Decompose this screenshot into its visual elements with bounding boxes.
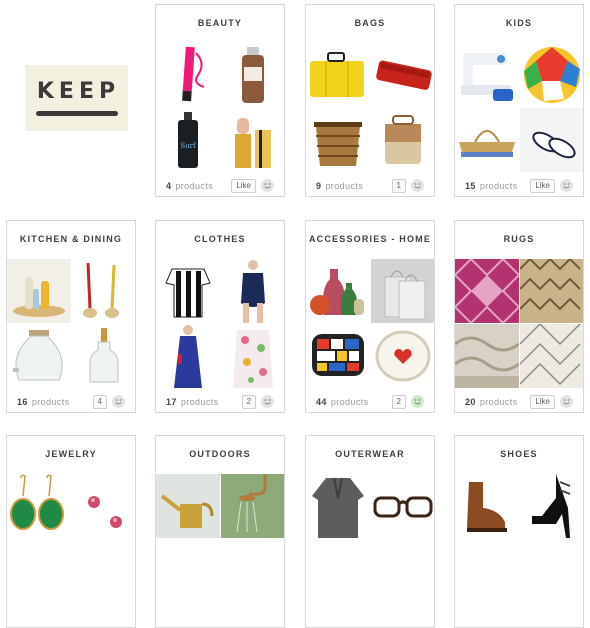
card-title: RUGS [503, 234, 535, 244]
product-image-cruets[interactable] [7, 259, 71, 323]
product-count: 4 products [166, 181, 214, 191]
category-card-kids[interactable]: KIDS 15 products Like [454, 4, 584, 197]
product-image-pink-rug[interactable] [455, 259, 519, 323]
like-button[interactable]: Like [231, 179, 256, 193]
product-count: 16 products [17, 397, 70, 407]
product-image-bottle[interactable] [221, 43, 284, 107]
smile-icon[interactable] [411, 179, 424, 192]
product-image-heart-plate[interactable] [371, 324, 434, 388]
product-image-shag-rug[interactable] [455, 324, 519, 388]
product-image-tan-rug[interactable] [520, 259, 583, 323]
product-image-baby-shoes[interactable] [520, 108, 583, 172]
smile-icon[interactable] [261, 179, 274, 192]
category-card-beauty[interactable]: BEAUTY Surf 4 products Like [155, 4, 285, 197]
product-image-basket[interactable] [306, 108, 370, 172]
category-card-bags[interactable]: BAGS 9 products 1 [305, 4, 435, 197]
product-image-moses-basket[interactable] [455, 108, 519, 172]
product-image-backpack[interactable] [371, 108, 434, 172]
card-footer: 15 products Like [455, 174, 583, 196]
smile-icon[interactable] [411, 395, 424, 408]
card-title: KIDS [505, 18, 533, 28]
product-image-sewing-machine[interactable] [455, 43, 519, 107]
product-image-vases[interactable] [306, 259, 370, 323]
product-count: 9 products [316, 181, 364, 191]
like-button[interactable]: Like [530, 179, 555, 193]
keep-logo[interactable]: KEEP [25, 65, 128, 131]
product-count: 44 products [316, 397, 369, 407]
card-footer: 16 products 4 [7, 390, 135, 412]
card-footer: 44 products 2 [306, 390, 434, 412]
product-image-lip-pencil[interactable] [156, 43, 220, 107]
product-image-oil-bottle[interactable] [72, 324, 135, 388]
product-image-paper-bags[interactable] [371, 259, 434, 323]
category-card-accessories-home[interactable]: ACCESSORIES - HOME 44 products 2 [305, 220, 435, 413]
product-image-green-earrings[interactable] [7, 474, 71, 538]
card-footer: 17 products 2 [156, 390, 284, 412]
category-card-jewelry[interactable]: JEWELRY [6, 435, 136, 628]
like-count-button[interactable]: 2 [241, 395, 256, 409]
product-image-watering-can[interactable] [156, 474, 220, 538]
product-image-pink-studs[interactable] [72, 474, 135, 538]
card-title: BEAUTY [197, 18, 243, 28]
product-image-swimsuit[interactable] [221, 259, 284, 323]
product-image-spray[interactable]: Surf [156, 108, 220, 172]
product-image-glasses[interactable] [371, 474, 434, 538]
product-count: 15 products [465, 181, 518, 191]
svg-text:Surf: Surf [180, 142, 197, 150]
like-count-button[interactable]: 2 [391, 395, 406, 409]
product-count: 20 products [465, 397, 518, 407]
product-image-shower[interactable] [221, 474, 284, 538]
product-image-glass-dispenser[interactable] [7, 324, 71, 388]
card-title: JEWELRY [45, 449, 97, 459]
category-card-kitchen-dining[interactable]: KITCHEN & DINING 16 products 4 [6, 220, 136, 413]
product-image-yellow-suitcase[interactable] [306, 43, 370, 107]
card-footer: 20 products Like [455, 390, 583, 412]
product-count: 17 products [166, 397, 219, 407]
category-card-outerwear[interactable]: OUTERWEAR [305, 435, 435, 628]
card-footer: 4 products Like [156, 174, 284, 196]
smile-icon[interactable] [560, 179, 573, 192]
product-image-grey-coat[interactable] [306, 474, 370, 538]
product-image-lattice-rug[interactable] [520, 324, 583, 388]
product-image-mosaic-tray[interactable] [306, 324, 370, 388]
logo-underline [35, 110, 118, 116]
card-footer: 9 products 1 [306, 174, 434, 196]
like-button[interactable]: Like [530, 395, 555, 409]
card-title: OUTERWEAR [335, 449, 405, 459]
category-card-shoes[interactable]: SHOES [454, 435, 584, 628]
card-title: SHOES [500, 449, 538, 459]
product-image-blue-dress[interactable] [156, 324, 220, 388]
category-card-rugs[interactable]: RUGS 20 products Like [454, 220, 584, 413]
like-count-button[interactable]: 4 [92, 395, 107, 409]
product-image-brown-boots[interactable] [455, 474, 519, 538]
product-image-brushes[interactable] [72, 259, 135, 323]
smile-icon[interactable] [112, 395, 125, 408]
product-image-floral-robe[interactable] [221, 324, 284, 388]
card-title: CLOTHES [194, 234, 246, 244]
like-count-button[interactable]: 1 [391, 179, 406, 193]
smile-icon[interactable] [261, 395, 274, 408]
card-title: OUTDOORS [189, 449, 251, 459]
category-card-clothes[interactable]: CLOTHES 17 products 2 [155, 220, 285, 413]
category-card-outdoors[interactable]: OUTDOORS [155, 435, 285, 628]
card-title: BAGS [354, 18, 386, 28]
logo-text: KEEP [36, 78, 121, 104]
product-image-lipstick[interactable] [221, 108, 284, 172]
card-title: ACCESSORIES - HOME [308, 234, 432, 244]
card-title: KITCHEN & DINING [19, 234, 123, 244]
product-image-black-heels[interactable] [520, 474, 583, 538]
product-image-striped-top[interactable] [156, 259, 220, 323]
smile-icon[interactable] [560, 395, 573, 408]
product-image-red-clutch[interactable] [371, 43, 434, 107]
product-image-ball[interactable] [520, 43, 583, 107]
